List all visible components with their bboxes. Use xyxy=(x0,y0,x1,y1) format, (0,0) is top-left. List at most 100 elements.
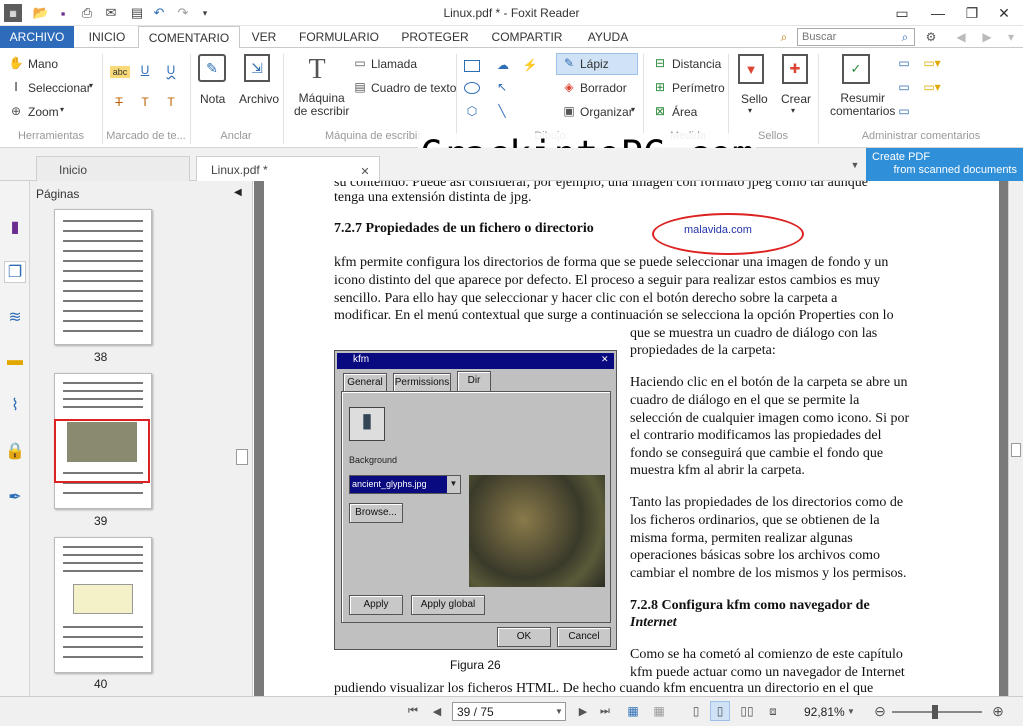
last-page-icon[interactable]: ⏭ xyxy=(598,704,612,718)
typewriter-icon[interactable]: T xyxy=(302,54,332,86)
select-tool-button[interactable]: Seleccionar xyxy=(28,81,91,95)
callout-button[interactable]: Llamada xyxy=(371,57,417,71)
tab-proteger[interactable]: PROTEGER xyxy=(396,26,474,48)
zoom-level[interactable]: 92,81% xyxy=(804,705,845,719)
summarize-button[interactable]: Resumir comentarios xyxy=(830,92,895,118)
tab-ayuda[interactable]: AYUDA xyxy=(580,26,636,48)
bookmark-icon[interactable]: ▮ xyxy=(6,217,24,237)
ribbon-toggle-icon[interactable]: ▭ xyxy=(888,2,916,24)
search-icon[interactable]: ⌕ xyxy=(898,30,912,44)
tab-archivo[interactable]: ARCHIVO xyxy=(0,26,74,48)
lock-icon[interactable]: 🔒 xyxy=(5,441,25,461)
tab-inicio[interactable]: INICIO xyxy=(80,26,134,48)
comment-import-icon[interactable]: ▭ xyxy=(896,56,912,70)
vertical-scrollbar[interactable] xyxy=(1008,181,1023,696)
collapse-panel-icon[interactable]: ◀ xyxy=(234,187,242,198)
back-icon[interactable]: ◀ xyxy=(954,29,968,45)
page-select-chevron-icon[interactable]: ▼ xyxy=(554,705,564,717)
pages-icon[interactable]: ❐ xyxy=(4,261,26,283)
zoom-in-icon[interactable]: ⊕ xyxy=(990,702,1006,720)
distance-button[interactable]: Distancia xyxy=(672,57,721,71)
zoom-chevron-icon[interactable]: ▼ xyxy=(846,705,856,717)
ad-banner[interactable]: Create PDF from scanned documents xyxy=(866,148,1023,181)
pencil-line-icon[interactable]: ⚡ xyxy=(522,58,538,72)
perimeter-button[interactable]: Perímetro xyxy=(672,81,725,95)
replace-text-icon[interactable]: T xyxy=(138,94,152,110)
minimize-button[interactable]: — xyxy=(924,2,952,24)
page-number-input[interactable]: 39 / 75 xyxy=(452,702,566,721)
zoom-slider-thumb[interactable] xyxy=(932,705,938,719)
tab-list-chevron-icon[interactable]: ▼ xyxy=(848,158,862,172)
comments-icon[interactable]: ▬ xyxy=(6,351,24,371)
underline-icon[interactable]: U xyxy=(138,62,152,78)
comment-list-icon[interactable]: ▭ xyxy=(896,104,912,118)
page-thumbnail[interactable] xyxy=(54,537,152,673)
polygon-icon[interactable]: ⬡ xyxy=(464,104,480,118)
note-button[interactable]: Nota xyxy=(200,92,225,106)
comment-filter-icon[interactable]: ▭ xyxy=(896,80,912,94)
area-button[interactable]: Área xyxy=(672,105,697,119)
gear-icon[interactable]: ⚙ xyxy=(922,29,940,45)
cloud-icon[interactable]: ☁ xyxy=(494,58,512,72)
tab-formulario[interactable]: FORMULARIO xyxy=(294,26,384,48)
expand-icon[interactable]: ▾ xyxy=(1004,29,1018,45)
viewport-indicator[interactable] xyxy=(54,419,150,483)
pencil-button[interactable]: Lápiz xyxy=(580,57,609,71)
page-thumbnail[interactable] xyxy=(54,209,152,345)
organize-button[interactable]: Organizar xyxy=(580,105,633,119)
doc-tab-linux[interactable]: Linux.pdf * xyxy=(196,156,380,181)
rectangle-icon[interactable] xyxy=(464,60,480,72)
create-chevron-icon[interactable]: ▾ xyxy=(791,106,795,115)
continuous-facing-icon[interactable]: ⧈ xyxy=(764,703,782,719)
single-page-icon[interactable]: ▯ xyxy=(688,703,704,719)
zoom-tool-button[interactable]: Zoom xyxy=(28,105,59,119)
select-chevron-icon[interactable]: ▾ xyxy=(89,81,93,90)
scroll-thumb[interactable] xyxy=(1011,443,1021,457)
tab-ver[interactable]: VER xyxy=(244,26,284,48)
extract-icon[interactable]: ▦ xyxy=(624,703,642,719)
prev-page-icon[interactable]: ◀ xyxy=(430,704,444,718)
close-tab-icon[interactable]: ✕ xyxy=(358,164,372,178)
oval-icon[interactable] xyxy=(464,82,480,94)
attachment-icon[interactable]: ⌇ xyxy=(6,395,24,415)
zoom-chevron-icon[interactable]: ▾ xyxy=(60,105,64,114)
create-stamp-icon[interactable]: ✚ xyxy=(782,54,808,84)
restore-button[interactable]: ❐ xyxy=(958,2,986,24)
line-icon[interactable]: ╲ xyxy=(494,104,510,118)
hand-tool-button[interactable]: Mano xyxy=(28,57,58,71)
forward-icon[interactable]: ▶ xyxy=(980,29,994,45)
panel-scroll-thumb[interactable] xyxy=(236,449,248,465)
doc-tab-inicio[interactable]: Inicio xyxy=(36,156,190,181)
textbox-button[interactable]: Cuadro de texto xyxy=(371,81,456,95)
highlight-icon[interactable]: abc xyxy=(110,66,130,78)
insert-text-icon[interactable]: T xyxy=(164,94,178,110)
organize-chevron-icon[interactable]: ▾ xyxy=(631,105,635,114)
stamp-button[interactable]: Sello xyxy=(741,92,768,106)
stamp-icon[interactable]: ▼ xyxy=(738,54,764,84)
signature-icon[interactable]: ✒ xyxy=(6,487,24,507)
close-button[interactable]: ✕ xyxy=(990,2,1018,24)
next-page-icon[interactable]: ▶ xyxy=(576,704,590,718)
facing-page-icon[interactable]: ▯▯ xyxy=(738,703,756,719)
continuous-page-icon[interactable]: ▯ xyxy=(710,701,730,721)
eraser-button[interactable]: Borrador xyxy=(580,81,627,95)
zoom-out-icon[interactable]: ⊖ xyxy=(872,702,888,720)
find-icon[interactable]: ⌕ xyxy=(775,29,793,45)
summarize-icon[interactable]: ✓ xyxy=(842,54,870,84)
note-icon[interactable]: ✎ xyxy=(198,54,226,82)
attach-file-icon[interactable]: ⇲ xyxy=(244,54,270,82)
tab-compartir[interactable]: COMPARTIR xyxy=(484,26,570,48)
comment-export-icon[interactable]: ▭▾ xyxy=(922,56,942,70)
attach-file-button[interactable]: Archivo xyxy=(239,92,279,106)
copy-icon[interactable]: ▦ xyxy=(650,703,668,719)
comment-show-icon[interactable]: ▭▾ xyxy=(922,80,942,94)
layers-icon[interactable]: ≋ xyxy=(6,307,24,327)
first-page-icon[interactable]: ⏮ xyxy=(406,704,420,718)
arrow-icon[interactable]: ↖ xyxy=(494,80,510,94)
squiggly-icon[interactable]: U xyxy=(164,62,178,78)
typewriter-button[interactable]: Máquina de escribir xyxy=(294,92,349,118)
create-stamp-button[interactable]: Crear xyxy=(781,92,811,106)
tab-comentario[interactable]: COMENTARIO xyxy=(138,26,240,49)
stamp-chevron-icon[interactable]: ▾ xyxy=(748,106,752,115)
strikeout-icon[interactable]: T xyxy=(112,94,126,110)
